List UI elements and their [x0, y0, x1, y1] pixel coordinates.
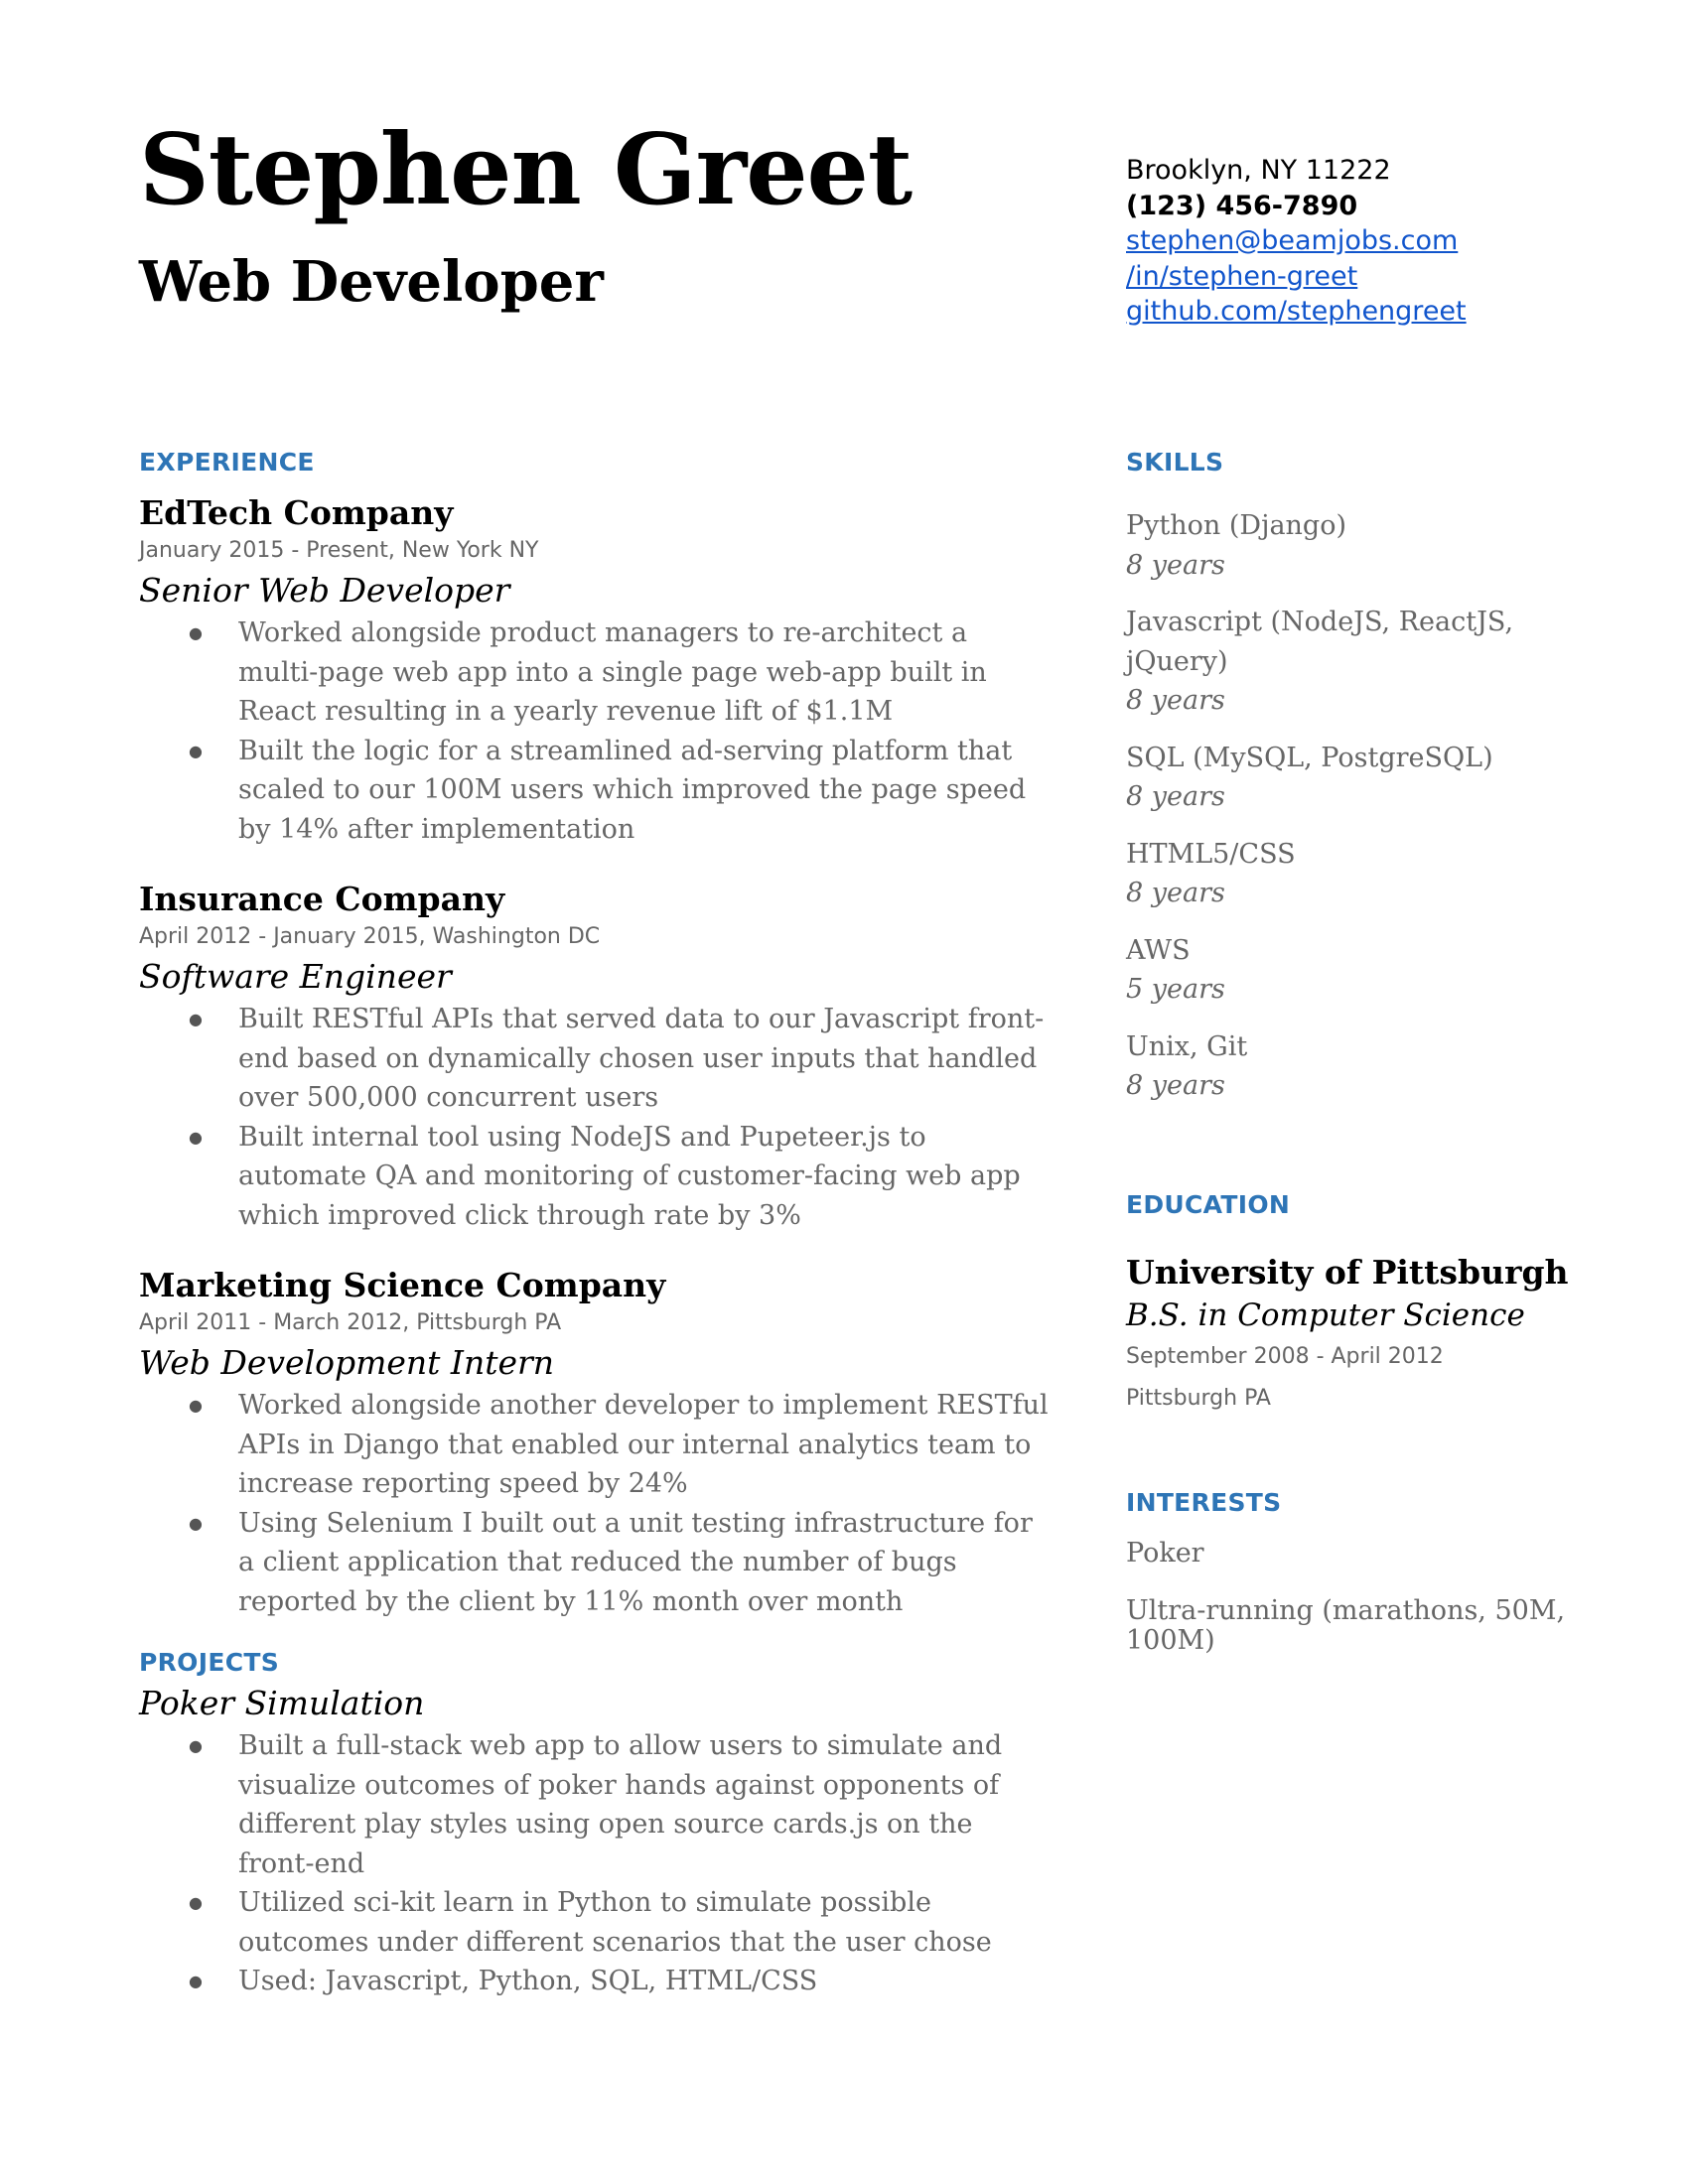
skill-item: SQL (MySQL, PostgreSQL) 8 years [1126, 739, 1573, 817]
interests-heading: INTERESTS [1126, 1487, 1282, 1517]
school-name: University of Pittsburgh [1126, 1252, 1569, 1292]
bullet-item: Used: Javascript, Python, SQL, HTML/CSS [189, 1962, 1053, 2001]
skill-name: SQL (MySQL, PostgreSQL) [1126, 742, 1493, 773]
project-name: Poker Simulation [139, 1684, 425, 1722]
skills-heading: SKILLS [1126, 448, 1224, 477]
education-item: University of Pittsburgh B.S. in Compute… [1126, 1251, 1573, 1420]
job-role: Web Development Intern [139, 1343, 555, 1382]
degree: B.S. in Computer Science [1126, 1297, 1525, 1333]
job-dates: April 2011 - March 2012, Pittsburgh PA [139, 1310, 562, 1335]
candidate-name: Stephen Greet [139, 113, 913, 227]
job-dates: January 2015 - Present, New York NY [139, 538, 539, 563]
experience-item: EdTech Company January 2015 - Present, N… [139, 492, 1053, 849]
bullet-item: Built the logic for a streamlined ad-ser… [189, 732, 1053, 850]
skill-name: Python (Django) [1126, 510, 1346, 541]
skill-years: 8 years [1126, 781, 1225, 812]
skill-years: 8 years [1126, 685, 1225, 716]
bullet-item: Using Selenium I built out a unit testin… [189, 1504, 1053, 1622]
education-dates: September 2008 - April 2012 [1126, 1343, 1444, 1369]
right-column: SKILLS Python (Django) 8 years Javascrip… [1126, 445, 1573, 1656]
left-column: EXPERIENCE EdTech Company January 2015 -… [139, 445, 1053, 2001]
education-location: Pittsburgh PA [1126, 1385, 1271, 1411]
resume-page: Stephen Greet Web Developer Brooklyn, NY… [0, 0, 1688, 2184]
skill-name: HTML5/CSS [1126, 838, 1296, 870]
skill-years: 5 years [1126, 974, 1225, 1005]
linkedin-link[interactable]: /in/stephen-greet [1126, 261, 1357, 292]
skill-years: 8 years [1126, 549, 1225, 581]
bullet-item: Worked alongside another developer to im… [189, 1386, 1053, 1504]
skill-years: 8 years [1126, 1070, 1225, 1101]
github-link[interactable]: github.com/stephengreet [1126, 296, 1467, 327]
phone-number: (123) 456-7890 [1126, 190, 1358, 221]
company-name: EdTech Company [139, 493, 454, 532]
job-title: Web Developer [139, 249, 604, 315]
experience-item: Marketing Science Company April 2011 - M… [139, 1265, 1053, 1621]
skill-name: Javascript (NodeJS, ReactJS, jQuery) [1126, 607, 1514, 677]
bullet-item: Worked alongside product managers to re-… [189, 614, 1053, 732]
skill-item: Javascript (NodeJS, ReactJS, jQuery) 8 y… [1126, 603, 1573, 721]
job-role: Software Engineer [139, 957, 452, 996]
job-role: Senior Web Developer [139, 571, 510, 610]
job-dates: April 2012 - January 2015, Washington DC [139, 924, 601, 949]
bullet-item: Built internal tool using NodeJS and Pup… [189, 1118, 1053, 1236]
contact-block: Brooklyn, NY 11222 (123) 456-7890 stephe… [1126, 153, 1467, 330]
interest-item: Ultra-running (marathons, 50M, 100M) [1126, 1594, 1566, 1656]
experience-item: Insurance Company April 2012 - January 2… [139, 879, 1053, 1235]
bullet-item: Built RESTful APIs that served data to o… [189, 1000, 1053, 1118]
skill-item: Python (Django) 8 years [1126, 506, 1573, 585]
bullet-item: Built a full-stack web app to allow user… [189, 1726, 1053, 1883]
job-bullets: Worked alongside product managers to re-… [139, 614, 1053, 849]
project-item: Poker Simulation Built a full-stack web … [139, 1681, 1053, 2001]
skill-name: Unix, Git [1126, 1030, 1248, 1062]
skill-item: HTML5/CSS 8 years [1126, 835, 1573, 913]
company-name: Marketing Science Company [139, 1266, 666, 1304]
bullet-item: Utilized sci-kit learn in Python to simu… [189, 1883, 1053, 1962]
skill-item: AWS 5 years [1126, 931, 1573, 1010]
skill-years: 8 years [1126, 878, 1225, 908]
skill-name: AWS [1126, 934, 1191, 966]
company-name: Insurance Company [139, 880, 505, 918]
job-bullets: Worked alongside another developer to im… [139, 1386, 1053, 1621]
skill-item: Unix, Git 8 years [1126, 1027, 1573, 1106]
job-bullets: Built RESTful APIs that served data to o… [139, 1000, 1053, 1235]
projects-heading: PROJECTS [139, 1648, 280, 1677]
interest-item: Poker [1126, 1537, 1204, 1569]
education-heading: EDUCATION [1126, 1189, 1291, 1219]
experience-heading: EXPERIENCE [139, 448, 315, 477]
email-link[interactable]: stephen@beamjobs.com [1126, 225, 1458, 256]
address: Brooklyn, NY 11222 [1126, 155, 1391, 186]
project-bullets: Built a full-stack web app to allow user… [139, 1726, 1053, 2001]
